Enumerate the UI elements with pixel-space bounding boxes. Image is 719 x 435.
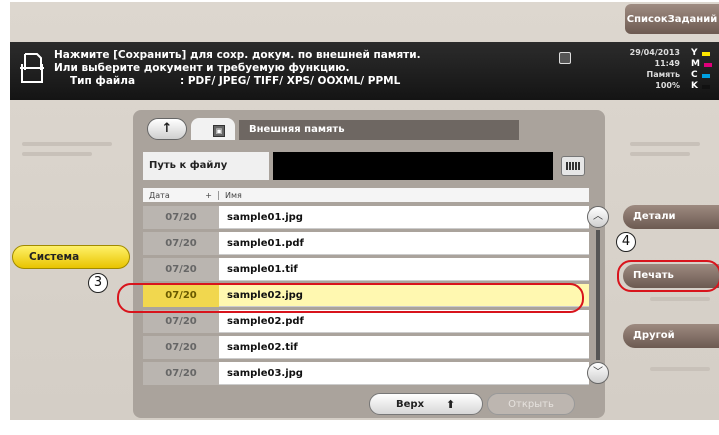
faded-text [22, 142, 112, 146]
toner-letter: M [691, 59, 700, 69]
open-button[interactable]: Открыть [487, 393, 575, 415]
file-name: sample01.tif [219, 258, 589, 281]
memory-card-icon [559, 52, 571, 64]
file-date: 07/20 [143, 310, 219, 333]
file-path-field [273, 152, 553, 180]
file-path-label: Путь к файлу [143, 152, 269, 180]
toner-c-bar [701, 73, 710, 78]
column-header: Дата + Имя [143, 188, 589, 202]
status-bar: Нажмите [Сохранить] для сохр. докум. по … [10, 42, 719, 100]
file-path-row: Путь к файлу [143, 152, 593, 180]
sort-indicator: + [205, 190, 212, 200]
file-name: sample01.pdf [219, 232, 589, 255]
details-button[interactable]: Детали [623, 205, 719, 229]
storage-label: Внешняя память [239, 120, 519, 140]
toner-y-bar [701, 51, 710, 56]
sort-by-date-header[interactable]: Дата + [143, 190, 219, 200]
toner-letter: C [691, 70, 698, 80]
list-item[interactable]: 07/20 sample01.pdf [143, 232, 589, 255]
file-name: sample02.pdf [219, 310, 589, 333]
usb-memory-icon: ▣ [213, 125, 225, 137]
list-item[interactable]: 07/20 sample02.pdf [143, 310, 589, 333]
list-item[interactable]: 07/20 sample01.tif [143, 258, 589, 281]
file-date: 07/20 [143, 232, 219, 255]
faded-text [650, 297, 710, 301]
time: 11:49 [654, 59, 680, 68]
file-name: sample03.jpg [219, 362, 589, 385]
file-type-value: : PDF/ JPEG/ TIFF/ XPS/ OOXML/ PPML [180, 75, 401, 87]
screen: СписокЗаданий Нажмите [Сохранить] для со… [10, 2, 719, 420]
faded-text [650, 367, 710, 371]
arrow-up-icon: ⬆ [446, 397, 456, 411]
callout-3: 3 [88, 273, 108, 293]
toner-letter: Y [691, 48, 698, 58]
toner-letter: K [691, 81, 698, 91]
external-memory-panel: ↑ ▣ Внешняя память Путь к файлу Дата + И… [133, 110, 609, 418]
document-icon [20, 53, 44, 83]
scrollbar[interactable] [596, 230, 600, 360]
name-column-label[interactable]: Имя [219, 191, 242, 200]
message-line-2: Или выберите документ и требуемую функци… [54, 62, 350, 74]
date-column-label: Дата [149, 190, 170, 200]
faded-text [22, 152, 92, 156]
up-level-button[interactable]: ↑ [147, 118, 187, 140]
file-date: 07/20 [143, 336, 219, 359]
list-item[interactable]: 07/20 sample01.jpg [143, 206, 589, 229]
top-button[interactable]: Верх ⬆ [369, 393, 483, 415]
faded-text [630, 152, 690, 156]
chevron-up-icon: ︿ [593, 211, 603, 222]
memory-label: Память [646, 70, 680, 79]
chevron-down-icon: ﹀ [593, 367, 603, 378]
status-message: Нажмите [Сохранить] для сохр. докум. по … [54, 49, 421, 88]
file-date: 07/20 [143, 206, 219, 229]
scroll-down-button[interactable]: ﹀ [587, 362, 609, 384]
memory-value: 100% [655, 81, 680, 90]
date: 29/04/2013 [629, 48, 680, 57]
file-name: sample02.tif [219, 336, 589, 359]
toner-k-bar [701, 84, 710, 89]
date-time: 29/04/2013 11:49 Память 100% [610, 47, 680, 91]
list-item[interactable]: 07/20 sample02.tif [143, 336, 589, 359]
other-button[interactable]: Другой [623, 324, 719, 348]
file-name: sample01.jpg [219, 206, 589, 229]
faded-text [630, 142, 700, 146]
keyboard-icon [566, 162, 580, 170]
file-date: 07/20 [143, 362, 219, 385]
up-arrow-icon: ↑ [161, 121, 173, 136]
storage-tab[interactable]: ▣ Внешняя память [191, 116, 521, 140]
highlight-ring-print [617, 260, 719, 292]
toner-m-bar [703, 62, 712, 67]
highlight-ring-selected-file [117, 283, 584, 313]
system-tab[interactable]: Система [12, 245, 130, 269]
file-type-label: Тип файла [70, 75, 136, 87]
message-line-1: Нажмите [Сохранить] для сохр. докум. по … [54, 49, 421, 61]
toner-levels: Y M C K [691, 48, 712, 92]
keyboard-button[interactable] [561, 156, 585, 176]
job-list-button[interactable]: СписокЗаданий [625, 4, 719, 34]
callout-4: 4 [616, 232, 636, 252]
list-item[interactable]: 07/20 sample03.jpg [143, 362, 589, 385]
top-button-label: Верх [396, 398, 425, 410]
scroll-up-button[interactable]: ︿ [587, 206, 609, 228]
file-date: 07/20 [143, 258, 219, 281]
